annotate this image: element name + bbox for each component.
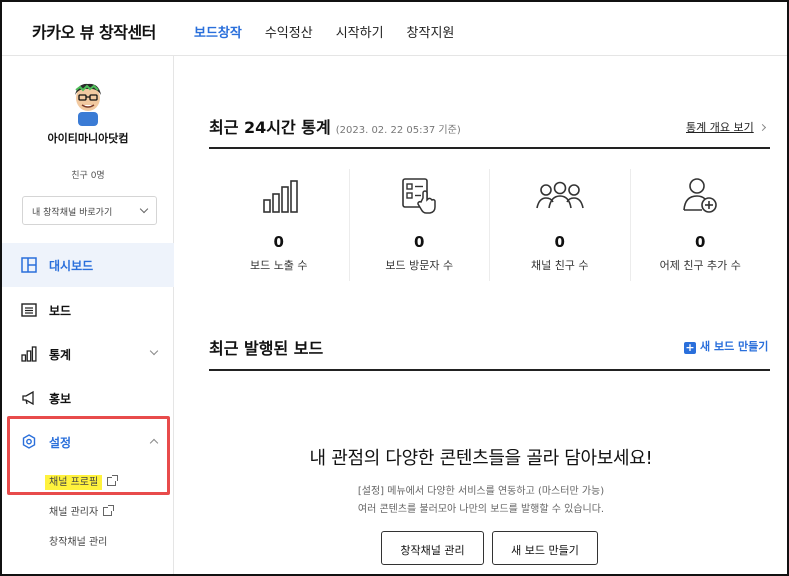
nav-board-create[interactable]: 보드창작 <box>194 22 242 41</box>
stats-overview-label: 통계 개요 보기 <box>686 121 754 134</box>
section-divider <box>209 147 770 149</box>
sidebar-item-label: 홍보 <box>49 392 72 406</box>
nav-creator-support[interactable]: 창작지원 <box>407 22 455 41</box>
window-frame: 카카오 뷰 창작센터 보드창작 수익정산 시작하기 창작지원 아이티마니아닷컴 … <box>0 0 789 576</box>
board-icon <box>21 303 37 317</box>
stat-value: 0 <box>695 233 706 251</box>
stat-value: 0 <box>273 233 284 251</box>
sidebar-item-label: 설정 <box>49 436 72 450</box>
stats-overview-link[interactable]: 통계 개요 보기 <box>686 119 766 135</box>
external-link-icon <box>107 475 119 486</box>
nav-getting-started[interactable]: 시작하기 <box>336 22 384 41</box>
stat-label: 보드 방문자 수 <box>385 259 454 272</box>
brand-title[interactable]: 카카오 뷰 창작센터 <box>32 19 156 43</box>
sidebar-item-label: 통계 <box>49 348 72 362</box>
stats-icon <box>21 346 37 362</box>
sub-item-creator-channel-manage[interactable]: 창작채널 관리 <box>49 533 107 548</box>
boards-section-title: 최근 발행된 보드 <box>209 339 324 358</box>
profile-name: 아이티마니아닷컴 <box>47 132 129 145</box>
chevron-up-icon <box>149 438 159 448</box>
chevron-down-icon <box>139 204 149 214</box>
chevron-down-icon <box>149 346 159 356</box>
manage-channel-button[interactable]: 창작채널 관리 <box>381 531 484 565</box>
nav-revenue[interactable]: 수익정산 <box>265 22 313 41</box>
stat-new-friends-yesterday: 0 어제 친구 추가 수 <box>629 169 771 281</box>
empty-state-desc-1: [설정] 메뉴에서 다양한 서비스를 연동하고 (마스터만 가능) <box>357 486 605 497</box>
empty-state-desc-2: 여러 콘텐츠를 불러모아 나만의 보드를 발행할 수 있습니다. <box>357 504 605 515</box>
stat-label: 채널 친구 수 <box>530 259 589 272</box>
add-user-icon <box>683 178 718 213</box>
sub-item-label: 채널 프로필 <box>45 475 103 490</box>
external-link-icon <box>103 505 115 516</box>
chevron-right-icon <box>758 123 766 132</box>
gear-icon <box>22 434 36 449</box>
sidebar: 아이티마니아닷컴 친구 0명 내 창작채널 바로가기 대시보드 보드 통계 홍보… <box>2 56 174 574</box>
sub-item-label: 창작채널 관리 <box>49 537 108 548</box>
stats-timestamp: (2023. 02. 22 05:37 기준) <box>335 125 461 136</box>
plus-icon: + <box>684 341 696 354</box>
dashboard-icon <box>21 257 37 273</box>
sidebar-item-promotion[interactable]: 홍보 <box>2 376 174 420</box>
new-board-link[interactable]: + 새 보드 만들기 <box>684 338 768 354</box>
stat-value: 0 <box>554 233 565 251</box>
friends-count: 친구 0명 <box>71 171 105 181</box>
global-nav: 보드창작 수익정산 시작하기 창작지원 <box>194 22 477 41</box>
stat-board-impressions: 0 보드 노출 수 <box>209 169 349 281</box>
tap-board-icon <box>402 178 436 214</box>
sidebar-item-stats[interactable]: 통계 <box>2 332 174 376</box>
sidebar-item-label: 보드 <box>49 304 72 318</box>
sidebar-item-board[interactable]: 보드 <box>2 288 174 332</box>
new-board-button[interactable]: 새 보드 만들기 <box>492 531 598 565</box>
megaphone-icon <box>22 390 34 406</box>
sidebar-item-settings[interactable]: 설정 <box>2 420 174 464</box>
stat-label: 어제 친구 추가 수 <box>659 259 741 272</box>
stat-board-visitors: 0 보드 방문자 수 <box>348 169 490 281</box>
avatar[interactable] <box>70 82 106 126</box>
bar-chart-icon <box>262 180 298 213</box>
sub-item-label: 채널 관리자 <box>49 507 99 518</box>
channel-select[interactable]: 내 창작채널 바로가기 <box>22 196 157 225</box>
sidebar-item-dashboard[interactable]: 대시보드 <box>2 243 174 287</box>
stat-label: 보드 노출 수 <box>249 259 308 272</box>
top-header: 카카오 뷰 창작센터 보드창작 수익정산 시작하기 창작지원 <box>2 2 787 56</box>
channel-select-label: 내 창작채널 바로가기 <box>32 208 113 218</box>
empty-state-title: 내 관점의 다양한 콘텐츠들을 골라 담아보세요! <box>309 448 653 469</box>
people-icon <box>535 181 584 209</box>
new-board-label: 새 보드 만들기 <box>700 340 769 353</box>
section-divider <box>209 369 770 371</box>
sidebar-item-label: 대시보드 <box>49 259 94 273</box>
sub-item-channel-profile[interactable]: 채널 프로필 <box>45 473 119 490</box>
stat-value: 0 <box>414 233 425 251</box>
sub-item-channel-admin[interactable]: 채널 관리자 <box>49 503 115 518</box>
stat-channel-friends: 0 채널 친구 수 <box>489 169 630 281</box>
stats-section-title: 최근 24시간 통계 (2023. 02. 22 05:37 기준) <box>209 114 461 138</box>
stats-title-text: 최근 24시간 통계 <box>209 118 331 137</box>
stats-row: 0 보드 노출 수 0 보드 방문자 수 0 채널 친구 수 0 어제 친구 추… <box>209 169 770 281</box>
main-content: 최근 24시간 통계 (2023. 02. 22 05:37 기준) 통계 개요 … <box>175 57 787 574</box>
